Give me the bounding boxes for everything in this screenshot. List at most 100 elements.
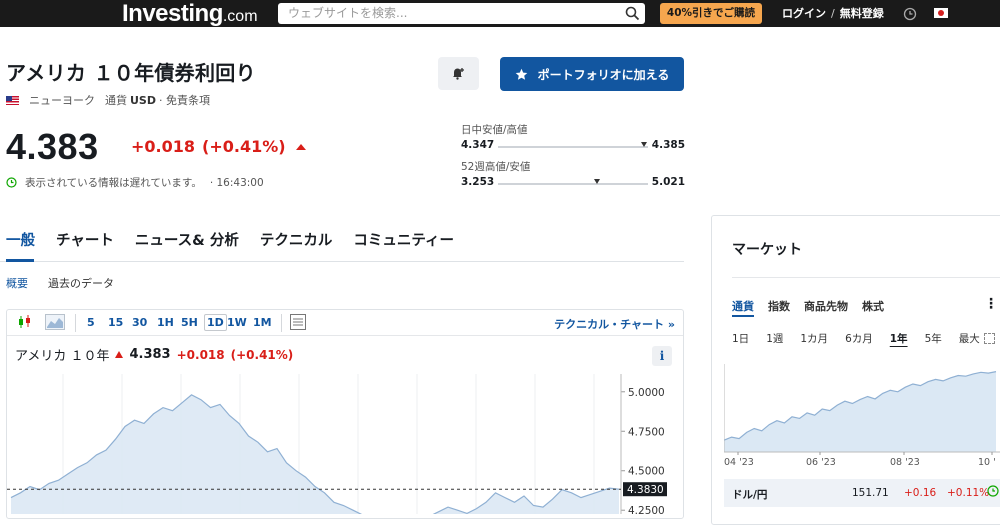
y-tick-label: 4.5000: [628, 466, 665, 478]
timeframe-30[interactable]: 30: [132, 316, 147, 329]
52-week-range-label: 52週高値/安値: [461, 161, 531, 173]
clock-icon: [987, 485, 999, 500]
info-button[interactable]: i: [652, 346, 672, 366]
change-value: +0.018: [131, 137, 196, 156]
japan-flag-icon[interactable]: [934, 8, 948, 18]
52-week-range: 52週高値/安値 3.253 5.021: [461, 159, 685, 192]
tab-news-analysis[interactable]: ニュース& 分析: [135, 229, 239, 250]
market-tab-underline: [732, 315, 754, 317]
toolbar-divider: [281, 314, 282, 332]
subscribe-promo-button[interactable]: 40%引きでご購読: [660, 3, 762, 24]
market-range-4[interactable]: 1年: [890, 331, 908, 346]
add-alert-button[interactable]: [438, 57, 479, 90]
expand-icon[interactable]: [984, 333, 995, 344]
market-range-3[interactable]: 6カ月: [845, 331, 873, 346]
tabs-divider: [0, 261, 684, 262]
active-tab-underline: [6, 259, 34, 262]
price-area: [11, 394, 619, 514]
market-tab-commodities[interactable]: 商品先物: [804, 298, 848, 314]
disclaimer-link[interactable]: · 免責条項: [159, 92, 210, 108]
market-tabs: 通貨 指数 商品先物 株式: [732, 298, 884, 314]
top-nav-bar: Investing.com ウェブサイトを検索... 40%引きでご購読 ログイ…: [0, 0, 1000, 27]
us-flag-icon: [6, 95, 19, 105]
price-change: +0.018 (+0.41%): [131, 137, 306, 156]
y-tick-label: 4.7500: [628, 426, 665, 438]
current-price-label: 4.3830: [627, 484, 664, 496]
candlestick-icon[interactable]: [17, 314, 33, 333]
tab-community[interactable]: コミュニティー: [353, 229, 454, 250]
mini-area: [724, 371, 996, 452]
market-mini-chart: 04 '23 06 '23 08 '23 10 ': [724, 364, 1000, 468]
mini-x-label: 10 ': [978, 457, 996, 468]
market-range-5[interactable]: 5年: [925, 331, 942, 346]
timeframe-1m[interactable]: 1M: [253, 316, 272, 329]
market-tab-indices[interactable]: 指数: [768, 298, 790, 314]
y-tick-label: 5.0000: [628, 387, 665, 399]
day-range: 日中安値/高値 4.347 4.385: [461, 122, 685, 155]
y-tick-label: 4.2500: [628, 505, 665, 514]
search-input[interactable]: ウェブサイトを検索...: [278, 3, 645, 24]
52-week-high: 5.021: [651, 176, 685, 188]
day-range-label: 日中安値/高値: [461, 124, 528, 136]
chart-toolbar: テクニカル・チャート » 5 15 30 1H 5H 1D 1W 1M: [7, 310, 683, 336]
timeframe-1h[interactable]: 1H: [157, 316, 174, 329]
market-tab-stocks[interactable]: 株式: [862, 298, 884, 314]
page-title: アメリカ １０年債券利回り: [6, 61, 256, 85]
market-range-0[interactable]: 1日: [732, 331, 749, 346]
mini-x-label: 08 '23: [890, 457, 920, 468]
tab-technical[interactable]: テクニカル: [260, 229, 333, 250]
market-row-pair: ドル/円: [732, 489, 768, 501]
52-week-range-marker: [594, 179, 600, 184]
quote-time: · 16:43:00: [209, 176, 264, 189]
market-row[interactable]: ドル/円 151.71 +0.16 +0.11%: [724, 479, 1000, 507]
timeframe-1w[interactable]: 1W: [227, 316, 247, 329]
search-placeholder: ウェブサイトを検索...: [288, 6, 408, 20]
day-range-marker: [640, 142, 647, 147]
timeframe-5[interactable]: 5: [87, 316, 95, 329]
signup-link[interactable]: 無料登録: [840, 7, 884, 20]
market-range-2[interactable]: 1カ月: [800, 331, 828, 346]
sub-tabs: 概要 過去のデータ: [6, 275, 114, 291]
instrument-meta: ニューヨーク 通貨 USD · 免責条項: [6, 92, 210, 108]
price-area-chart[interactable]: 5.0000 4.7500 4.5000 4.2500 4.3830: [7, 374, 683, 514]
chart-price: 4.383: [129, 347, 171, 362]
market-row-change-pct: +0.11%: [947, 487, 990, 499]
toolbar-divider: [75, 314, 76, 332]
tab-general[interactable]: 一般: [6, 229, 35, 250]
bell-plus-icon: [453, 68, 464, 80]
more-options-icon[interactable]: ⋮: [984, 296, 998, 312]
chart-header: アメリカ １０年 4.383 +0.018 (+0.41%): [15, 345, 293, 364]
timeframe-5h[interactable]: 5H: [181, 316, 198, 329]
subtab-overview[interactable]: 概要: [6, 275, 28, 291]
market-range-1[interactable]: 1週: [766, 331, 783, 346]
day-range-bar: [498, 142, 648, 148]
market-range-6[interactable]: 最大: [959, 331, 980, 346]
up-arrow-icon: [295, 143, 306, 150]
timeframe-15[interactable]: 15: [108, 316, 123, 329]
mini-x-label: 06 '23: [806, 457, 836, 468]
area-chart-icon[interactable]: [45, 314, 65, 333]
exchange-name: ニューヨーク: [29, 94, 95, 107]
login-link[interactable]: ログイン: [782, 7, 826, 20]
add-to-portfolio-button[interactable]: ポートフォリオに加える: [500, 57, 684, 91]
investing-logo[interactable]: Investing.com: [122, 0, 258, 27]
market-row-price: 151.71: [852, 487, 889, 499]
clock-icon[interactable]: [903, 6, 917, 25]
currency-value: USD: [130, 93, 156, 107]
market-tab-currencies[interactable]: 通貨: [732, 298, 754, 314]
market-panel-title: マーケット: [732, 242, 802, 258]
search-icon[interactable]: [625, 6, 640, 25]
clock-icon: [6, 177, 17, 188]
table-view-icon[interactable]: [290, 314, 306, 333]
day-low: 4.347: [461, 139, 495, 151]
timeframe-1d[interactable]: 1D: [204, 314, 227, 331]
change-percent: (+0.41%): [202, 137, 286, 156]
technical-chart-link[interactable]: テクニカル・チャート »: [554, 316, 675, 332]
subtab-historical-data[interactable]: 過去のデータ: [48, 275, 114, 291]
chart-change: +0.018: [176, 347, 225, 362]
main-tabs: 一般 チャート ニュース& 分析 テクニカル コミュニティー: [6, 229, 454, 250]
up-arrow-icon: [115, 351, 124, 358]
tab-chart[interactable]: チャート: [56, 229, 114, 250]
52-week-low: 3.253: [461, 176, 495, 188]
mini-x-label: 04 '23: [724, 457, 754, 468]
